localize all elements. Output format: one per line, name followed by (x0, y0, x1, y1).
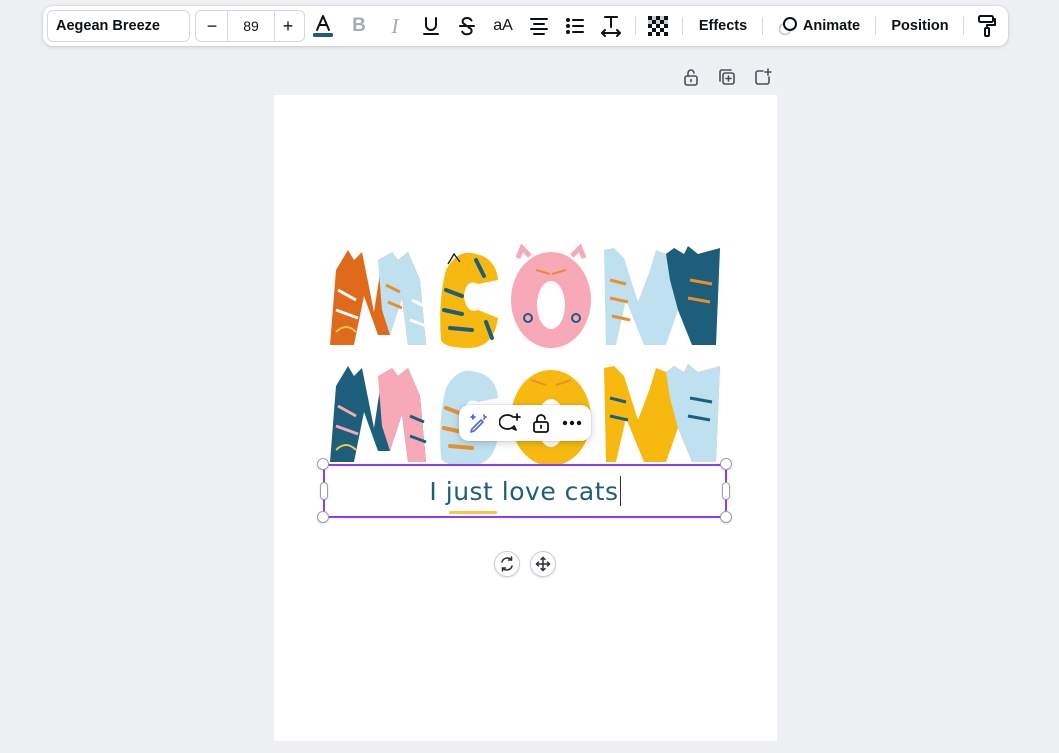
add-page-button[interactable] (752, 66, 774, 88)
duplicate-page-button[interactable] (716, 66, 738, 88)
spellcheck-underline (449, 511, 497, 514)
text-caret (619, 476, 621, 506)
spacing-button[interactable] (595, 10, 627, 42)
selected-text-box[interactable]: I just love cats (323, 464, 727, 518)
resize-handle-bottom-right[interactable] (720, 511, 732, 523)
position-label: Position (891, 18, 949, 34)
rotate-button[interactable] (494, 551, 520, 577)
cat-letter-w1 (604, 246, 720, 345)
cat-letter-w2 (604, 364, 720, 462)
cat-letter-o1 (511, 243, 591, 348)
divider (635, 17, 636, 35)
move-button[interactable] (530, 551, 556, 577)
increase-font-size-button[interactable]: + (273, 11, 303, 41)
transparency-icon (648, 16, 668, 36)
letter-case-button[interactable]: aA (487, 10, 519, 42)
more-options-button[interactable] (558, 409, 586, 437)
resize-handle-top-left[interactable] (317, 458, 329, 470)
resize-handle-right[interactable] (722, 482, 730, 500)
italic-icon: I (391, 13, 399, 38)
text-content-value: I just love cats (429, 476, 619, 506)
text-color-icon (313, 15, 333, 37)
text-content[interactable]: I just love cats (325, 466, 725, 516)
underline-button[interactable] (415, 10, 447, 42)
text-toolbar: Aegean Breeze − 89 + B I aA Effects Anim… (43, 6, 1008, 46)
font-family-label: Aegean Breeze (56, 18, 160, 34)
divider (875, 17, 876, 35)
cat-letter-m1 (330, 250, 427, 345)
decrease-font-size-button[interactable]: − (197, 11, 227, 41)
letter-case-icon: aA (493, 17, 513, 34)
underline-icon (423, 17, 439, 35)
magic-edit-button[interactable] (464, 409, 492, 437)
add-comment-icon (499, 413, 521, 431)
bold-icon: B (352, 15, 366, 36)
font-size-input[interactable]: 89 (228, 11, 274, 41)
divider (682, 17, 683, 35)
add-comment-button[interactable] (496, 409, 524, 437)
align-center-icon (530, 18, 548, 35)
lock-element-button[interactable] (527, 409, 555, 437)
strikethrough-icon (459, 16, 475, 36)
element-context-menu (459, 405, 591, 441)
effects-label: Effects (698, 18, 748, 34)
list-icon (566, 18, 584, 34)
spacing-icon (601, 16, 621, 37)
lock-page-button[interactable] (680, 66, 702, 88)
effects-button[interactable]: Effects (693, 10, 753, 42)
cat-letter-m2 (330, 366, 427, 462)
resize-handle-left[interactable] (320, 482, 328, 500)
lock-icon (684, 69, 698, 86)
transparency-button[interactable] (642, 10, 674, 42)
resize-handle-bottom-left[interactable] (317, 511, 329, 523)
position-button[interactable]: Position (886, 10, 954, 42)
divider (963, 17, 964, 35)
divider (762, 17, 763, 35)
font-family-select[interactable]: Aegean Breeze (47, 10, 190, 42)
align-button[interactable] (523, 10, 555, 42)
lock-icon (533, 414, 549, 433)
italic-button[interactable]: I (379, 10, 411, 42)
text-color-button[interactable] (307, 10, 339, 42)
rotate-icon (501, 556, 513, 572)
move-icon (535, 556, 551, 572)
more-icon (562, 420, 582, 426)
copy-style-button[interactable] (971, 10, 1003, 42)
resize-handle-top-right[interactable] (720, 458, 732, 470)
bold-button[interactable]: B (343, 10, 375, 42)
font-size-stepper[interactable]: − 89 + (195, 10, 305, 42)
strikethrough-button[interactable] (451, 10, 483, 42)
animate-button[interactable]: Animate (773, 10, 865, 42)
animate-label: Animate (802, 18, 861, 34)
paint-format-icon (978, 15, 996, 37)
cat-letter-e1 (440, 252, 498, 348)
duplicate-page-icon (719, 69, 735, 85)
magic-edit-icon (470, 414, 487, 433)
add-page-icon (755, 68, 772, 85)
list-button[interactable] (559, 10, 591, 42)
animate-icon (778, 17, 797, 36)
